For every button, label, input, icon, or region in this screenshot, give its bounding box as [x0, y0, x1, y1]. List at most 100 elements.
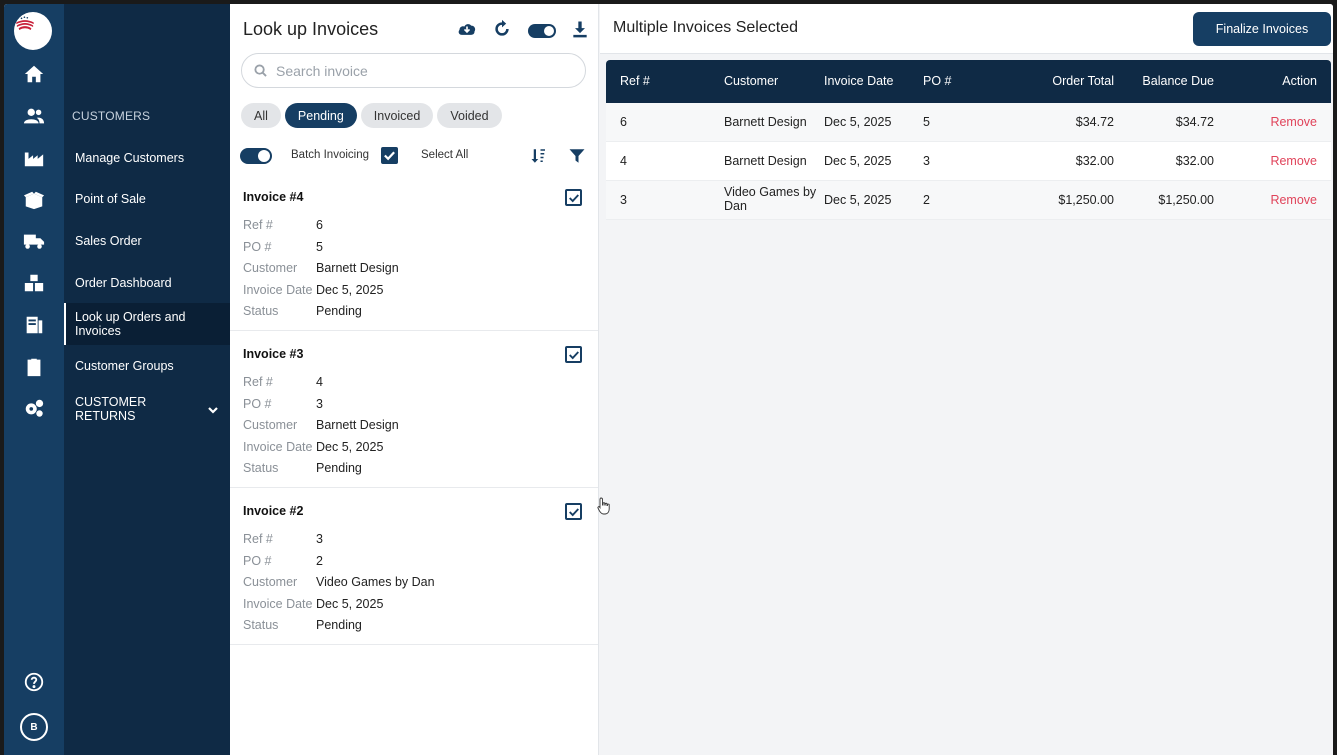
app-window: B CUSTOMERS Manage Customers Point of Sa…: [4, 4, 1333, 755]
filter-invoiced[interactable]: Invoiced: [360, 103, 434, 128]
invoice-title: Invoice #4: [243, 190, 304, 204]
cell-invoice-date: Dec 5, 2025: [824, 193, 892, 207]
field-value: Pending: [316, 304, 362, 318]
col-action: Action: [1282, 74, 1317, 88]
remove-link[interactable]: Remove: [1270, 193, 1317, 207]
check-icon: [568, 350, 579, 359]
invoice-card[interactable]: Invoice #2 Ref # 3 PO # 2 Customer Video Ga…: [230, 488, 598, 645]
selected-invoices-table: Ref # Customer Invoice Date PO # Order T…: [606, 60, 1331, 220]
field-value: 5: [316, 240, 323, 254]
cloud-download-icon[interactable]: [455, 18, 479, 40]
search-input[interactable]: [276, 62, 576, 79]
cell-customer: Barnett Design: [724, 154, 807, 168]
field-value: Dec 5, 2025: [316, 283, 384, 297]
home-icon[interactable]: [4, 59, 64, 89]
col-balance-due[interactable]: Balance Due: [1142, 74, 1214, 88]
sort-icon[interactable]: [528, 145, 550, 167]
invoice-list-panel: Look up Invoices All Pending Invoiced Vo…: [230, 4, 599, 755]
invoice-checkbox[interactable]: [565, 189, 582, 206]
field-label: Status: [243, 461, 279, 475]
finalize-invoices-button[interactable]: Finalize Invoices: [1193, 12, 1331, 46]
field-value: Pending: [316, 461, 362, 475]
warehouse-icon[interactable]: [4, 268, 64, 298]
gears-icon[interactable]: [4, 393, 64, 423]
filter-voided[interactable]: Voided: [437, 103, 502, 128]
truck-icon[interactable]: [4, 226, 64, 256]
col-order-total[interactable]: Order Total: [1052, 74, 1114, 88]
col-customer[interactable]: Customer: [724, 74, 778, 88]
check-icon: [568, 507, 579, 516]
invoice-checkbox[interactable]: [565, 346, 582, 363]
nav-item-point-of-sale[interactable]: Point of Sale: [64, 191, 230, 207]
table-body: 6 Barnett Design Dec 5, 2025 5 $34.72 $3…: [606, 103, 1331, 220]
box-icon[interactable]: [4, 185, 64, 215]
cell-order-total: $32.00: [1075, 154, 1114, 168]
field-label: Status: [243, 304, 279, 318]
invoice-card[interactable]: Invoice #4 Ref # 6 PO # 5 Customer Barnett …: [230, 174, 598, 331]
filter-icon[interactable]: [566, 145, 588, 167]
field-label: Invoice Date: [243, 597, 313, 611]
cell-balance-due: $32.00: [1175, 154, 1214, 168]
main-header: Multiple Invoices Selected Finalize Invo…: [600, 4, 1333, 54]
field-label: Ref #: [243, 532, 273, 546]
factory-icon[interactable]: [4, 143, 64, 173]
col-po[interactable]: PO #: [923, 74, 952, 88]
cell-order-total: $1,250.00: [1058, 193, 1114, 207]
status-filter-chips: All Pending Invoiced Voided: [241, 103, 502, 128]
invoice-checkbox[interactable]: [565, 503, 582, 520]
field-value: 6: [316, 218, 323, 232]
remove-link[interactable]: Remove: [1270, 154, 1317, 168]
col-ref[interactable]: Ref #: [620, 74, 650, 88]
cell-balance-due: $1,250.00: [1158, 193, 1214, 207]
cell-ref: 4: [620, 154, 627, 168]
view-toggle[interactable]: [528, 24, 556, 38]
toggle-knob: [544, 26, 554, 36]
user-avatar[interactable]: B: [20, 713, 48, 741]
cell-order-total: $34.72: [1075, 115, 1114, 129]
nav-item-lookup-orders-invoices[interactable]: Look up Orders and Invoices: [64, 303, 230, 345]
nav-item-customer-returns[interactable]: CUSTOMER RETURNS: [64, 392, 230, 426]
search-icon: [254, 64, 267, 77]
check-icon: [384, 151, 395, 161]
field-value: Dec 5, 2025: [316, 440, 384, 454]
download-icon[interactable]: [568, 18, 592, 40]
field-value: Barnett Design: [316, 261, 399, 275]
table-row: 3 Video Games by Dan Dec 5, 2025 2 $1,25…: [606, 181, 1331, 220]
col-invoice-date[interactable]: Invoice Date: [824, 74, 893, 88]
users-icon[interactable]: [4, 101, 64, 131]
icon-rail: B: [4, 4, 64, 755]
field-value: 2: [316, 554, 323, 568]
clipboard-icon[interactable]: [4, 352, 64, 382]
remove-link[interactable]: Remove: [1270, 115, 1317, 129]
nav-section-label: CUSTOMERS: [72, 109, 151, 123]
batch-invoicing-toggle[interactable]: [240, 148, 272, 164]
select-all-checkbox[interactable]: [381, 147, 398, 164]
filter-pending[interactable]: Pending: [284, 103, 357, 128]
nav-item-manage-customers[interactable]: Manage Customers: [64, 150, 230, 166]
hand-cursor-icon: [597, 497, 610, 515]
invoice-title: Invoice #2: [243, 504, 304, 518]
invoice-icon[interactable]: [4, 310, 64, 340]
refresh-icon[interactable]: [490, 18, 514, 40]
cell-balance-due: $34.72: [1175, 115, 1214, 129]
field-value: Pending: [316, 618, 362, 632]
nav-item-sales-order[interactable]: Sales Order: [64, 233, 230, 249]
nav-item-order-dashboard[interactable]: Order Dashboard: [64, 275, 230, 291]
field-value: 4: [316, 375, 323, 389]
field-value: Video Games by Dan: [316, 575, 435, 589]
field-label: Customer: [243, 418, 298, 432]
batch-bar: Batch Invoicing Select All: [240, 145, 590, 167]
field-value: Dec 5, 2025: [316, 597, 384, 611]
cell-customer: Barnett Design: [724, 115, 807, 129]
nav-item-customer-groups[interactable]: Customer Groups: [64, 358, 230, 374]
brand-logo[interactable]: [14, 12, 52, 50]
cell-po: 2: [923, 193, 930, 207]
toggle-knob: [258, 150, 270, 162]
check-icon: [568, 193, 579, 202]
nav-item-label: CUSTOMER RETURNS: [75, 395, 147, 423]
filter-all[interactable]: All: [241, 103, 281, 128]
help-icon[interactable]: [4, 667, 64, 697]
cell-ref: 6: [620, 115, 627, 129]
field-label: Customer: [243, 261, 298, 275]
invoice-card[interactable]: Invoice #3 Ref # 4 PO # 3 Customer Barnett …: [230, 331, 598, 488]
